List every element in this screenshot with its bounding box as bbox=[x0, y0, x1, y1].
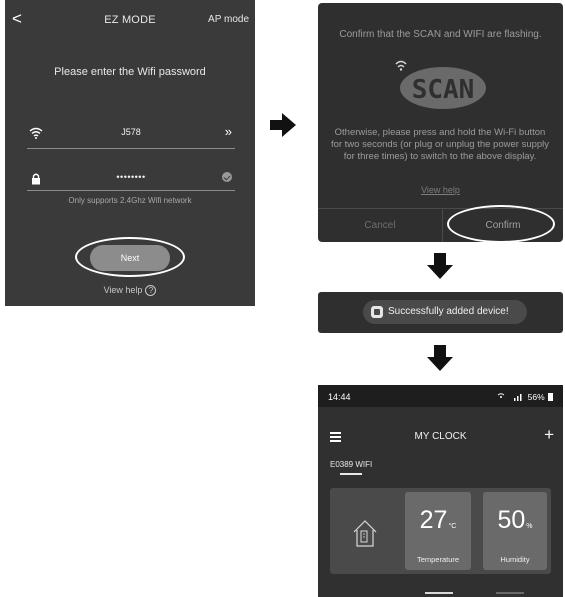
arrow-down-icon bbox=[427, 345, 453, 371]
humidity-reading: 50% bbox=[483, 506, 547, 535]
dialog-title: Confirm that the SCAN and WIFI are flash… bbox=[339, 29, 542, 40]
page-indicator-active bbox=[425, 592, 453, 594]
confirm-dialog: Confirm that the SCAN and WIFI are flash… bbox=[318, 3, 563, 243]
toast: Successfully added device! bbox=[363, 300, 527, 324]
humidity-unit: % bbox=[526, 523, 533, 530]
question-icon: ? bbox=[145, 285, 157, 296]
check-icon bbox=[222, 172, 232, 182]
ez-mode-header: < EZ MODE AP mode bbox=[5, 0, 255, 36]
password-field[interactable]: •••••••• bbox=[27, 170, 235, 190]
toast-panel: Successfully added device! bbox=[318, 292, 563, 333]
scan-display-icon: SCAN bbox=[395, 60, 486, 109]
tab-device[interactable]: E0389 WIFI bbox=[330, 460, 372, 469]
divider bbox=[27, 148, 235, 149]
wifi-network-selector[interactable]: J578 » bbox=[27, 124, 235, 146]
temperature-unit: °C bbox=[448, 523, 457, 530]
temperature-reading: 27°C bbox=[405, 506, 471, 535]
arrow-down-icon bbox=[427, 253, 453, 279]
dialog-body: Otherwise, please press and hold the Wi-… bbox=[330, 127, 550, 162]
wifi-ssid: J578 bbox=[121, 127, 141, 137]
wifi-password-prompt: Please enter the Wifi password bbox=[54, 66, 206, 78]
app-icon bbox=[371, 306, 383, 318]
battery-percent: 56% bbox=[527, 392, 545, 402]
toast-message: Successfully added device! bbox=[388, 306, 509, 317]
view-help-label: View help bbox=[103, 285, 143, 295]
battery-icon bbox=[548, 393, 553, 401]
add-device-button[interactable]: + bbox=[544, 425, 554, 445]
humidity-value: 50 bbox=[497, 506, 526, 534]
device-card[interactable]: 27°C Temperature 50% Humidity bbox=[330, 488, 551, 574]
status-time: 14:44 bbox=[328, 392, 351, 402]
signal-icon bbox=[497, 393, 522, 401]
highlight-circle bbox=[75, 237, 185, 277]
password-value: •••••••• bbox=[116, 172, 146, 182]
tab-indicator bbox=[340, 473, 362, 475]
temperature-tile[interactable]: 27°C Temperature bbox=[405, 492, 471, 570]
cancel-button[interactable]: Cancel bbox=[318, 220, 442, 231]
page-title: MY CLOCK bbox=[414, 431, 467, 442]
network-note: Only supports 2.4Ghz Wifi network bbox=[68, 196, 192, 205]
humidity-label: Humidity bbox=[500, 555, 530, 564]
status-battery: 56% bbox=[497, 392, 553, 402]
chevron-right-icon[interactable]: » bbox=[225, 124, 232, 139]
arrow-right-icon bbox=[270, 113, 296, 137]
highlight-circle bbox=[447, 205, 555, 243]
home-icon bbox=[353, 520, 377, 547]
temperature-label: Temperature bbox=[416, 555, 460, 564]
status-bar: 14:44 56% bbox=[318, 385, 563, 407]
humidity-tile[interactable]: 50% Humidity bbox=[483, 492, 547, 570]
view-help-link[interactable]: View help? bbox=[5, 285, 255, 296]
view-help-link[interactable]: View help bbox=[318, 185, 563, 195]
ez-mode-screen: < EZ MODE AP mode Please enter the Wifi … bbox=[5, 0, 255, 306]
page-indicator bbox=[496, 592, 524, 594]
scan-text: SCAN bbox=[412, 75, 475, 105]
divider bbox=[27, 190, 235, 191]
temperature-value: 27 bbox=[419, 506, 448, 534]
ap-mode-link[interactable]: AP mode bbox=[208, 14, 249, 25]
my-clock-screen: 14:44 56% MY CLOCK + E0389 WIFI 27°C Tem… bbox=[318, 385, 563, 597]
